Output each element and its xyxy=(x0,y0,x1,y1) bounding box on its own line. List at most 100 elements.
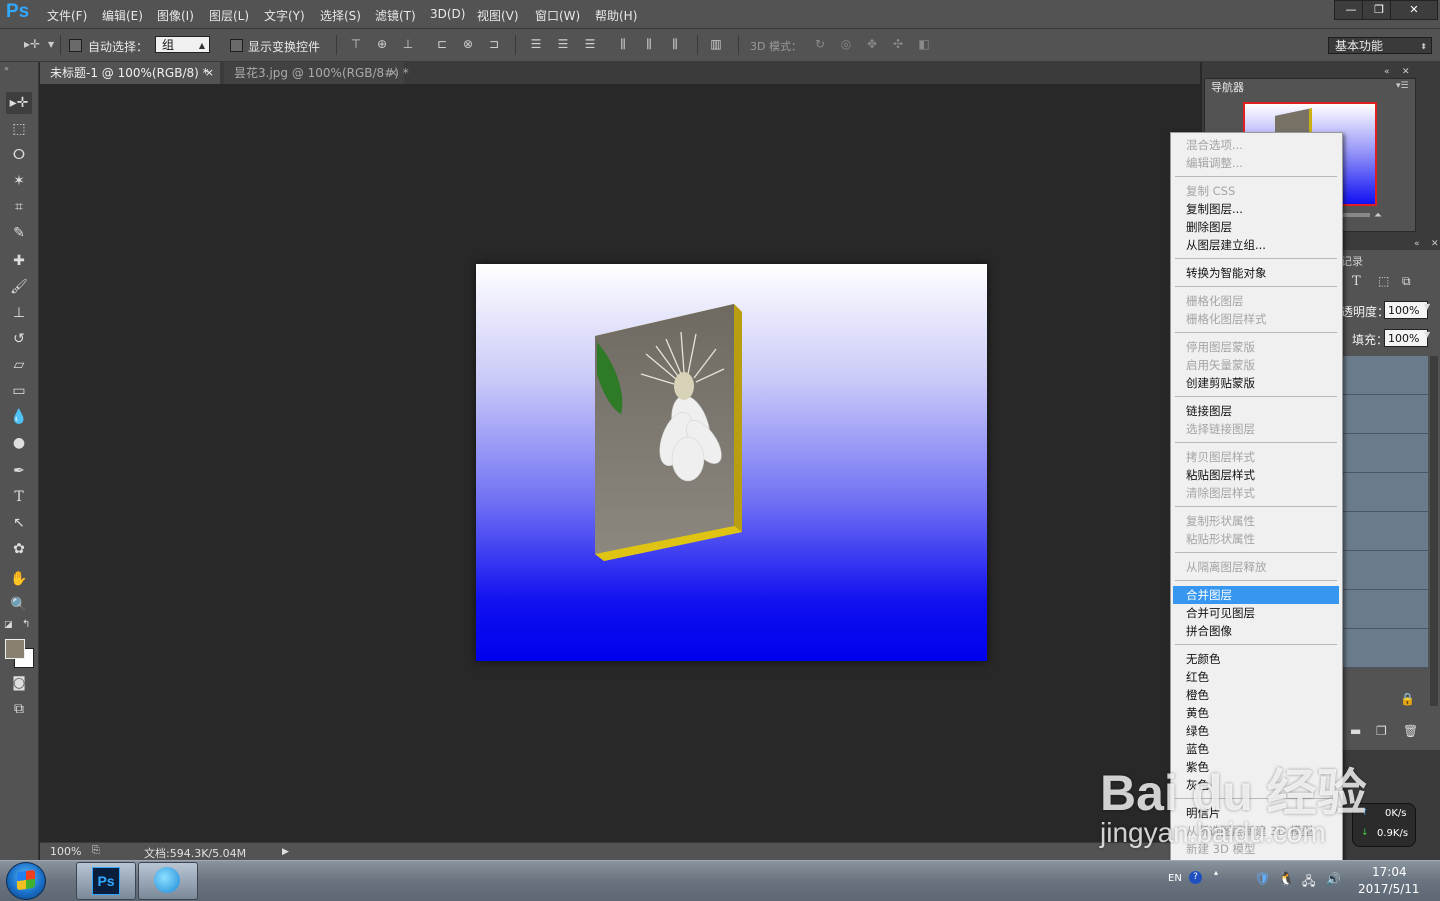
new-group-icon[interactable]: ▬ xyxy=(1350,724,1361,738)
slide-3d-icon[interactable]: ✣ xyxy=(890,37,906,51)
hand-tool-icon[interactable]: ✋ xyxy=(6,568,32,590)
workspace-dropdown[interactable]: 基本功能 ⬍ xyxy=(1328,37,1432,54)
menu-item[interactable]: 链接图层 xyxy=(1186,402,1232,420)
tab-tanhua3[interactable]: 昙花3.jpg @ 100%(RGB/8#) * × xyxy=(224,62,409,84)
menu-view[interactable]: 视图(V) xyxy=(477,7,519,24)
menu-filter[interactable]: 滤镜(T) xyxy=(375,7,416,24)
menu-item[interactable]: 拼合图像 xyxy=(1186,622,1232,640)
taskbar-photoshop-button[interactable]: Ps xyxy=(76,862,136,900)
close-panel-icon[interactable]: ✕ xyxy=(1402,67,1410,77)
auto-select-checkbox[interactable] xyxy=(69,39,82,52)
shape-tool-icon[interactable]: ✿ xyxy=(6,538,32,560)
navigator-tab[interactable]: 导航器 xyxy=(1206,80,1257,96)
panel-menu-icon[interactable]: ▾☰ xyxy=(1396,81,1409,91)
layers-scrollbar[interactable] xyxy=(1430,356,1438,706)
distribute-hcenter-icon[interactable]: ⫼ xyxy=(641,37,657,51)
zoom-tool-icon[interactable]: 🔍 xyxy=(6,594,32,616)
auto-select-dropdown[interactable]: 组 ▲ xyxy=(155,36,210,53)
export-icon[interactable]: ⎘ xyxy=(92,845,100,856)
menu-edit[interactable]: 编辑(E) xyxy=(102,7,143,24)
align-top-icon[interactable]: ⊤ xyxy=(348,37,364,51)
eyedropper-tool-icon[interactable]: ✎ xyxy=(6,222,32,244)
menu-item[interactable]: 蓝色 xyxy=(1186,740,1209,758)
zoom-slider[interactable] xyxy=(1340,213,1370,217)
menu-item[interactable]: 绿色 xyxy=(1186,722,1209,740)
eraser-tool-icon[interactable]: ▱ xyxy=(6,354,32,376)
pen-tool-icon[interactable]: ✒ xyxy=(6,460,32,482)
clock-date[interactable]: 2017/5/11 xyxy=(1358,882,1420,896)
menu-item[interactable]: 删除图层 xyxy=(1186,218,1232,236)
marquee-tool-icon[interactable]: ⬚ xyxy=(6,118,32,140)
layer-row[interactable] xyxy=(1342,356,1428,395)
start-button[interactable] xyxy=(6,862,46,900)
menu-item[interactable]: 红色 xyxy=(1186,668,1209,686)
history-tab[interactable]: 记录 xyxy=(1341,253,1363,269)
document-canvas[interactable] xyxy=(476,264,987,661)
type-filter-icon[interactable]: T xyxy=(1352,274,1361,289)
expand-tray-icon[interactable]: ▴ xyxy=(1214,868,1218,877)
chevron-down-icon[interactable]: ▼ xyxy=(1424,330,1430,339)
shape-filter-icon[interactable]: ⬚ xyxy=(1378,274,1389,288)
menu-item[interactable]: 创建剪贴蒙版 xyxy=(1186,374,1255,392)
taskbar-browser-button[interactable] xyxy=(138,862,198,900)
history-brush-tool-icon[interactable]: ↺ xyxy=(6,328,32,350)
close-button[interactable]: ✕ xyxy=(1390,0,1438,20)
close-panel-icon[interactable]: ✕ xyxy=(1431,239,1439,249)
menu-item[interactable]: 从图层建立组... xyxy=(1186,236,1266,254)
distribute-top-icon[interactable]: ☰ xyxy=(528,37,544,51)
collapse-icon[interactable]: » xyxy=(4,64,9,73)
qq-icon[interactable]: 🐧 xyxy=(1278,872,1294,887)
menu-select[interactable]: 选择(S) xyxy=(320,7,361,24)
align-vcenter-icon[interactable]: ⊕ xyxy=(374,37,390,51)
roll-3d-icon[interactable]: ◎ xyxy=(838,37,854,51)
menu-item[interactable]: 合并图层 xyxy=(1173,586,1339,604)
layer-row[interactable] xyxy=(1342,395,1428,434)
menu-image[interactable]: 图像(I) xyxy=(157,7,194,24)
menu-item[interactable]: 合并可见图层 xyxy=(1186,604,1255,622)
menu-item[interactable]: 粘贴图层样式 xyxy=(1186,466,1255,484)
rotate-3d-icon[interactable]: ↻ xyxy=(812,37,828,51)
menu-layer[interactable]: 图层(L) xyxy=(209,7,249,24)
menu-item[interactable]: 无颜色 xyxy=(1186,650,1221,668)
magic-wand-tool-icon[interactable]: ✶ xyxy=(6,170,32,192)
layer-row[interactable] xyxy=(1342,629,1428,668)
security-shield-icon[interactable]: 🛡 xyxy=(1254,872,1271,887)
zoom-in-icon[interactable]: ⏶ xyxy=(1374,210,1382,221)
menu-item[interactable]: 橙色 xyxy=(1186,686,1209,704)
auto-align-icon[interactable]: ▥ xyxy=(708,37,724,51)
status-menu-arrow-icon[interactable]: ▶ xyxy=(282,847,289,857)
distribute-vcenter-icon[interactable]: ☰ xyxy=(555,37,571,51)
type-tool-icon[interactable]: T xyxy=(6,486,32,508)
chevron-down-icon[interactable]: ▼ xyxy=(48,40,54,49)
layer-row[interactable] xyxy=(1342,590,1428,629)
layer-row[interactable] xyxy=(1342,473,1428,512)
menu-item[interactable]: 复制图层... xyxy=(1186,200,1243,218)
smart-filter-icon[interactable]: ⧉ xyxy=(1402,274,1411,289)
volume-icon[interactable]: 🔊 xyxy=(1326,872,1341,886)
chevron-down-icon[interactable]: ▼ xyxy=(1424,302,1430,311)
healing-brush-tool-icon[interactable]: ✚ xyxy=(6,250,32,272)
show-transform-checkbox[interactable] xyxy=(230,39,243,52)
new-layer-icon[interactable]: ❐ xyxy=(1376,724,1387,738)
layer-row[interactable] xyxy=(1342,551,1428,590)
swap-colors-icon[interactable]: ↰ xyxy=(22,619,30,630)
network-icon[interactable]: 🖧 xyxy=(1302,872,1315,893)
menu-window[interactable]: 窗口(W) xyxy=(535,7,580,24)
tab-untitled-1[interactable]: 未标题-1 @ 100%(RGB/8) * × xyxy=(40,62,220,84)
crop-tool-icon[interactable]: ⌗ xyxy=(6,196,32,218)
align-hcenter-icon[interactable]: ⊗ xyxy=(460,37,476,51)
language-indicator[interactable]: EN xyxy=(1168,873,1182,884)
quick-mask-icon[interactable]: ◙ xyxy=(6,672,32,694)
align-left-icon[interactable]: ⊏ xyxy=(434,37,450,51)
distribute-right-icon[interactable]: ⫼ xyxy=(667,37,683,51)
close-icon[interactable]: × xyxy=(205,62,214,84)
foreground-color-swatch[interactable] xyxy=(5,639,25,659)
pan-3d-icon[interactable]: ✥ xyxy=(864,37,880,51)
menu-file[interactable]: 文件(F) xyxy=(47,7,87,24)
clock-time[interactable]: 17:04 xyxy=(1372,865,1407,879)
fill-field[interactable]: 100% xyxy=(1384,329,1428,347)
clone-stamp-tool-icon[interactable]: ⊥ xyxy=(6,302,32,324)
align-bottom-icon[interactable]: ⊥ xyxy=(400,37,416,51)
collapse-panels-icon[interactable]: « xyxy=(1414,239,1420,249)
move-tool-preset-icon[interactable]: ▸✛ xyxy=(20,37,44,51)
